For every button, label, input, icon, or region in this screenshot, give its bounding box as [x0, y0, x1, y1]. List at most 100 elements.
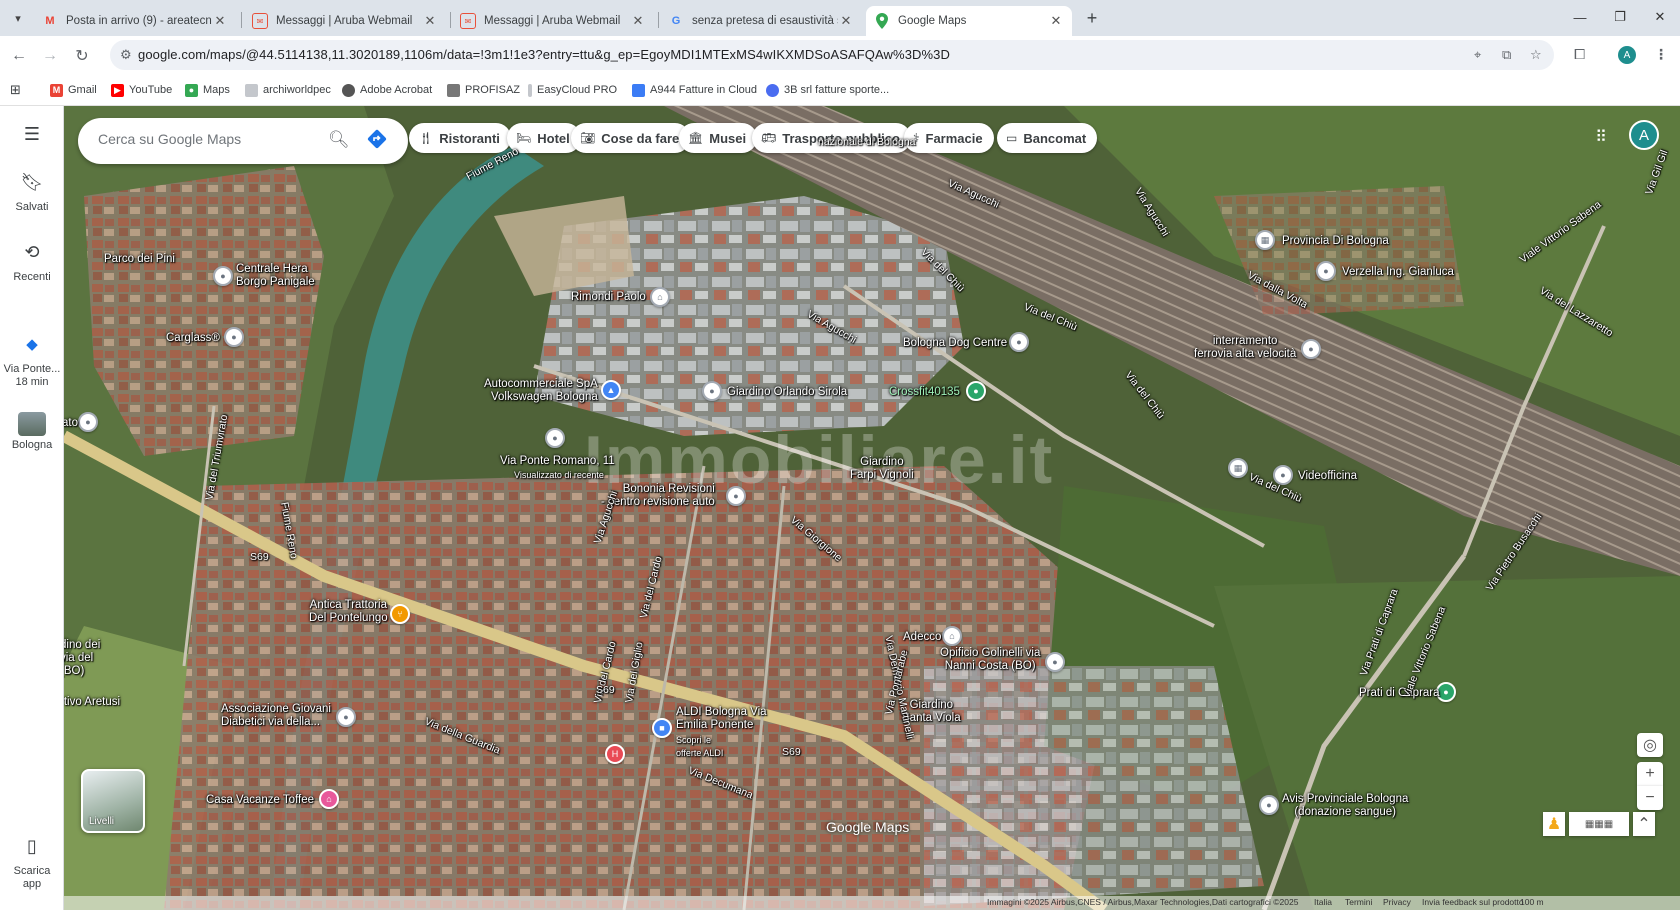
map-pin[interactable]: ⌂: [650, 287, 670, 307]
layers-button[interactable]: Livelli: [81, 769, 145, 833]
privacy-link[interactable]: Privacy: [1383, 897, 1411, 907]
place-label[interactable]: Videofficina: [1298, 470, 1357, 483]
place-label[interactable]: interramento ferrovia alta velocità: [1194, 335, 1296, 361]
lodging-pin[interactable]: ⌂: [319, 789, 339, 809]
sidebar-item-bologna[interactable]: Bologna: [0, 412, 64, 452]
kebab-menu-icon[interactable]: ⋮: [1654, 46, 1668, 63]
apps-grid-icon[interactable]: ⊞: [10, 81, 21, 99]
sidebar-item-recent[interactable]: ⟲ Recenti: [0, 243, 64, 284]
bookmark-archiworldpec[interactable]: archiworldpec: [245, 81, 331, 99]
place-label[interactable]: Rimondi Paolo: [571, 291, 646, 304]
place-label[interactable]: Centrale Hera Borgo Panigale: [236, 263, 315, 289]
search-box[interactable]: 🔍︎: [78, 118, 408, 164]
chip-atm[interactable]: ▭ Bancomat: [997, 123, 1098, 153]
zoom-in-button[interactable]: +: [1637, 762, 1663, 786]
bookmark-star-icon[interactable]: ☆: [1530, 47, 1542, 63]
place-label[interactable]: Parco dei Pini: [104, 253, 175, 266]
place-label[interactable]: rtivo Aretusi: [64, 696, 120, 709]
site-settings-icon[interactable]: ⚙: [120, 47, 132, 63]
close-window-icon[interactable]: ✕: [1640, 0, 1680, 34]
expand-up-icon[interactable]: ⌃: [1633, 812, 1655, 836]
sidebar-item-download-app[interactable]: ▯ Scarica app: [0, 837, 64, 891]
close-icon[interactable]: ✕: [422, 13, 438, 29]
place-label[interactable]: Bologna Dog Centre: [903, 337, 1007, 350]
place-label[interactable]: Crossfit40135: [889, 386, 960, 399]
place-label[interactable]: Adecco: [903, 631, 941, 644]
restaurant-pin[interactable]: ⑂: [390, 604, 410, 624]
forward-arrow-icon[interactable]: →: [36, 42, 64, 70]
recent-location-pin[interactable]: ●: [545, 428, 565, 448]
close-icon[interactable]: ✕: [1048, 13, 1064, 29]
menu-button[interactable]: ☰: [0, 125, 64, 153]
account-avatar[interactable]: A: [1629, 120, 1659, 150]
place-label[interactable]: Opificio Golinelli via Nanni Costa (BO): [940, 647, 1040, 673]
bookmark-easycloud[interactable]: EasyCloud PRO: [528, 81, 617, 99]
place-label[interactable]: Carglass®: [166, 332, 220, 345]
hospital-pin[interactable]: H: [605, 744, 625, 764]
place-label[interactable]: dino dei via del (BO): [64, 639, 100, 678]
map-pin[interactable]: ⌂: [942, 626, 962, 646]
reload-icon[interactable]: ↻: [68, 42, 96, 70]
tab-gmail[interactable]: M Posta in arrivo (9) - areatecnica@ ✕: [34, 6, 236, 36]
chip-things-to-do[interactable]: 📷︎ Cose da fare: [571, 123, 691, 153]
scale-label[interactable]: 100 m: [1520, 897, 1544, 907]
minimize-icon[interactable]: —: [1560, 0, 1600, 34]
map-pin[interactable]: ▦: [1228, 458, 1248, 478]
search-input[interactable]: [98, 131, 318, 147]
back-arrow-icon[interactable]: ←: [5, 42, 33, 70]
my-location-icon[interactable]: ◎: [1637, 733, 1663, 757]
sidebar-item-directions-recent[interactable]: ◆ Via Ponte... 18 min: [0, 337, 64, 389]
place-label[interactable]: Prati di Caprara: [1359, 687, 1440, 700]
bookmark-youtube[interactable]: ▶ YouTube: [111, 81, 172, 99]
address-bar[interactable]: ⚙ google.com/maps/@44.5114138,11.3020189…: [110, 40, 1554, 70]
map-pin[interactable]: ●: [1009, 332, 1029, 352]
tab-google-search[interactable]: G senza pretesa di esaustività sig ✕: [660, 6, 862, 36]
chip-pharmacies[interactable]: ⚕ Farmacie: [904, 123, 994, 153]
bookmark-gmail[interactable]: M Gmail: [50, 81, 97, 99]
place-label[interactable]: Giardino Farpi Vignoli: [850, 456, 914, 482]
gym-pin[interactable]: ●: [966, 381, 986, 401]
bookmark-3b-srl[interactable]: 3B srl fatture sporte...: [766, 81, 889, 99]
park-pin[interactable]: ●: [702, 381, 722, 401]
search-icon[interactable]: 🔍︎: [328, 130, 350, 150]
directions-icon[interactable]: [367, 129, 387, 149]
map-pin[interactable]: ●: [78, 412, 98, 432]
car-dealer-pin[interactable]: ▲: [601, 380, 621, 400]
extensions-icon[interactable]: ⧠: [1574, 46, 1585, 63]
street-view-pegman-icon[interactable]: ♟: [1543, 812, 1565, 836]
zoom-out-button[interactable]: −: [1637, 786, 1663, 810]
chip-hotel[interactable]: 🛏︎ Hotel: [507, 123, 581, 153]
shopping-pin[interactable]: ■: [652, 718, 672, 738]
place-label[interactable]: Autocommerciale SpA Volkswagen Bologna: [484, 378, 598, 404]
map-pin[interactable]: ▦: [1255, 230, 1275, 250]
map-pin[interactable]: ●: [1045, 652, 1065, 672]
place-label[interactable]: ALDI Bologna Via Emilia Ponente: [676, 706, 767, 732]
place-label[interactable]: Associazione Giovani Diabetici via della…: [221, 703, 331, 729]
install-app-icon[interactable]: ⧉: [1502, 47, 1511, 63]
url-text[interactable]: google.com/maps/@44.5114138,11.3020189,1…: [138, 47, 950, 62]
place-label[interactable]: Provincia Di Bologna: [1282, 235, 1389, 248]
place-label[interactable]: ato: [64, 417, 78, 430]
place-label[interactable]: Via Ponte Romano, 11: [500, 455, 615, 468]
map-pin[interactable]: ●: [1316, 261, 1336, 281]
chip-museums[interactable]: 🏛︎ Musei: [679, 123, 758, 153]
tab-aruba-1[interactable]: ✉ Messaggi | Aruba Webmail ✕: [244, 6, 446, 36]
bookmark-adobe-acrobat[interactable]: Adobe Acrobat: [342, 81, 432, 99]
satellite-map[interactable]: Immobiliare.it 🔍︎ 🍴︎Ristoranti 🛏︎Hotel 📷…: [64, 106, 1680, 910]
profile-avatar[interactable]: A: [1618, 46, 1636, 64]
tab-google-maps[interactable]: Google Maps ✕: [866, 6, 1072, 36]
terms-link[interactable]: Termini: [1345, 897, 1372, 907]
close-icon[interactable]: ✕: [838, 13, 854, 29]
place-label[interactable]: Casa Vacanze Toffee: [206, 794, 314, 807]
map-pin[interactable]: ●: [213, 266, 233, 286]
map-pin[interactable]: ●: [224, 327, 244, 347]
tab-aruba-2[interactable]: ✉ Messaggi | Aruba Webmail ✕: [452, 6, 654, 36]
map-pin[interactable]: ●: [726, 486, 746, 506]
place-label[interactable]: Verzella Ing. Gianluca: [1342, 266, 1454, 279]
bookmark-fatture-in-cloud[interactable]: A944 Fatture in Cloud: [632, 81, 757, 99]
map-pin[interactable]: ●: [336, 707, 356, 727]
chip-restaurants[interactable]: 🍴︎ Ristoranti: [409, 123, 511, 153]
sidebar-item-saved[interactable]: 🔖︎ Salvati: [0, 173, 64, 214]
feedback-link[interactable]: Invia feedback sul prodotto: [1422, 897, 1524, 907]
place-label[interactable]: Giardino Orlando Sirola: [727, 386, 847, 399]
